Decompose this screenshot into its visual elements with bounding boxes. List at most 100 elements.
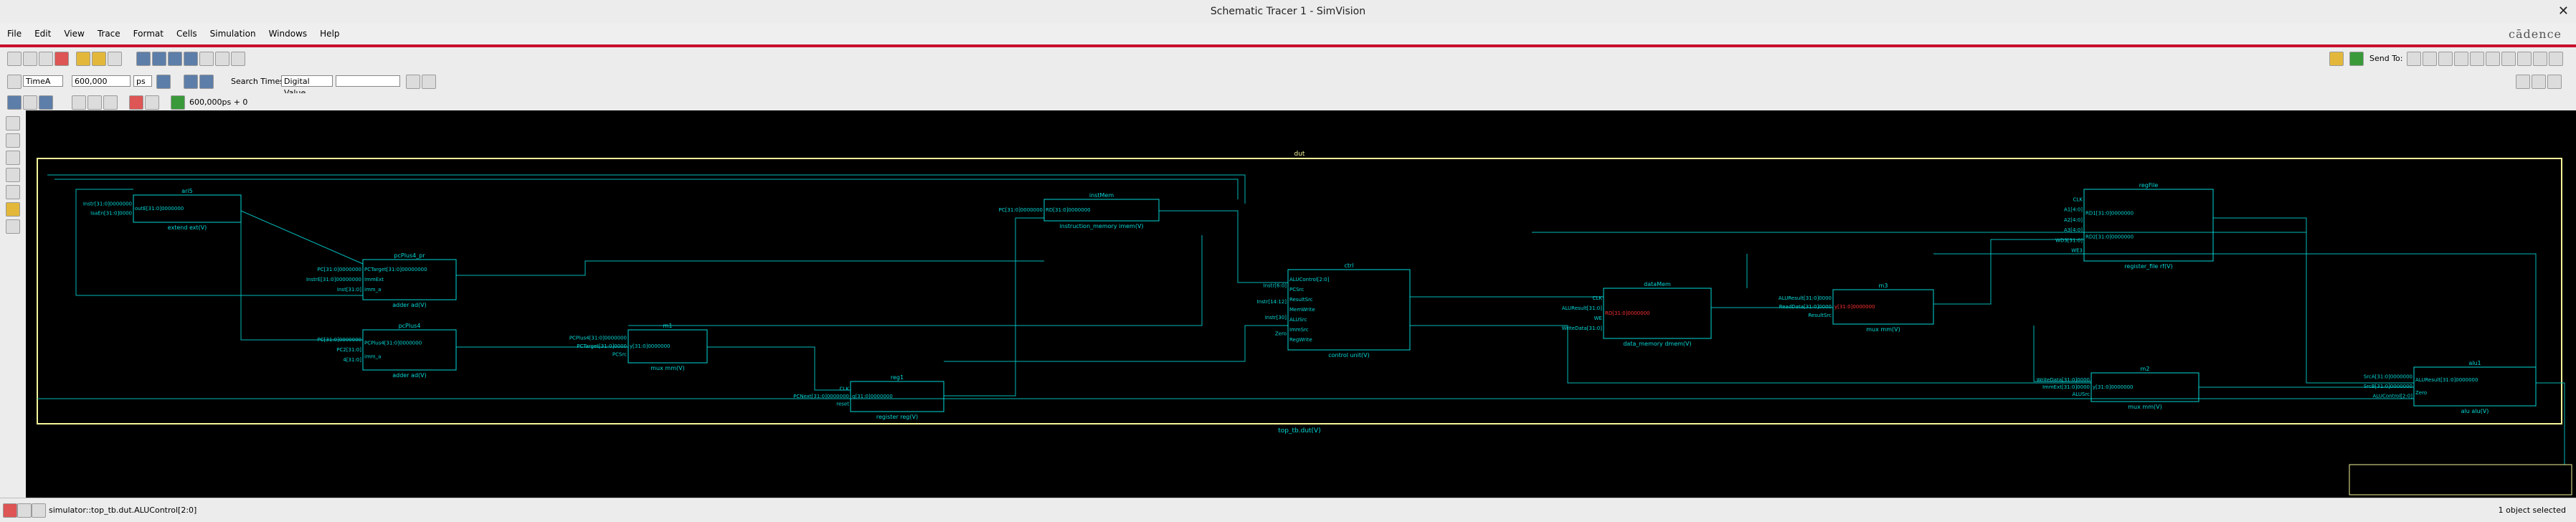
grid-icon[interactable] bbox=[103, 95, 118, 110]
zoom-fit-icon[interactable] bbox=[2547, 75, 2562, 89]
trace-load-icon[interactable] bbox=[184, 52, 198, 66]
wire-tool-icon[interactable] bbox=[6, 185, 20, 199]
net-wire[interactable] bbox=[1159, 210, 1288, 283]
net-wire[interactable] bbox=[628, 235, 1203, 326]
cursor-icon[interactable] bbox=[7, 75, 22, 89]
net-wire[interactable] bbox=[707, 346, 851, 391]
menu-trace[interactable]: Trace bbox=[98, 29, 120, 39]
stop-icon[interactable] bbox=[129, 95, 143, 110]
menu-windows[interactable]: Windows bbox=[269, 29, 308, 39]
block-pcplus4_pr[interactable]: pcPlus4_pr PC[31:0]0000000 InstrE[31:0]000… bbox=[306, 252, 457, 308]
block-outline[interactable] bbox=[362, 329, 457, 371]
net-wire[interactable] bbox=[1933, 253, 2537, 367]
waveform-icon[interactable] bbox=[2407, 52, 2421, 66]
schematic-canvas[interactable]: dut top_tb.dut(V) ari5 Instr[31:0]0000000… bbox=[26, 110, 2576, 498]
block-m1[interactable]: m1 PCPlus4[31:0]0000000 PCTarget[31:0]0000… bbox=[569, 323, 708, 371]
watch-icon[interactable] bbox=[2501, 52, 2516, 66]
net-wire[interactable] bbox=[2213, 217, 2414, 384]
block-pcplus4[interactable]: pcPlus4 PC[31:0]0000000 PC2[31:0] 4[31:0] PC… bbox=[318, 323, 457, 379]
console-icon[interactable] bbox=[2533, 52, 2547, 66]
collapse-icon[interactable] bbox=[215, 52, 229, 66]
menu-format[interactable]: Format bbox=[133, 29, 164, 39]
block-alu1[interactable]: alu1SrcA[31:0]0000000SrcB[31:0]0000000AL… bbox=[2364, 360, 2537, 414]
schematic-svg[interactable]: dut top_tb.dut(V) ari5 Instr[31:0]0000000… bbox=[26, 110, 2576, 498]
register-icon[interactable] bbox=[2454, 52, 2468, 66]
time-unit-select[interactable]: ps bbox=[133, 75, 152, 87]
schematic-icon[interactable] bbox=[231, 52, 245, 66]
overview-minimap[interactable] bbox=[2349, 464, 2572, 495]
console-toggle-icon[interactable] bbox=[17, 503, 32, 518]
memory-icon[interactable] bbox=[2517, 52, 2532, 66]
log-icon[interactable] bbox=[32, 503, 46, 518]
net-wire[interactable] bbox=[944, 217, 1044, 397]
menu-simulation[interactable]: Simulation bbox=[210, 29, 256, 39]
source-icon[interactable] bbox=[2423, 52, 2437, 66]
time-value-field[interactable]: 600,000 bbox=[72, 75, 131, 87]
menu-file[interactable]: File bbox=[7, 29, 22, 39]
redo-icon[interactable] bbox=[92, 52, 106, 66]
menu-view[interactable]: View bbox=[64, 29, 84, 39]
design-icon[interactable] bbox=[2486, 52, 2500, 66]
search-value-field[interactable] bbox=[336, 75, 400, 87]
menu-cells[interactable]: Cells bbox=[176, 29, 197, 39]
delete-icon[interactable] bbox=[55, 52, 69, 66]
highlight-tool-icon[interactable] bbox=[6, 202, 20, 217]
block-outline[interactable] bbox=[2083, 189, 2214, 262]
block-instmem[interactable]: instMem PC[31:0]0000000 RD[31:0]0000000 ins… bbox=[999, 192, 1160, 229]
block-datamem[interactable]: dataMem CLK ALUResult[31:0] WE WriteData[31:… bbox=[1562, 281, 1712, 347]
browser-icon[interactable] bbox=[2470, 52, 2484, 66]
copy-icon[interactable] bbox=[39, 52, 53, 66]
send-to-icon[interactable] bbox=[2329, 52, 2344, 66]
block-regfile[interactable]: regFile CLK A1[4:0] A2[4:0] A3[4:0] WD3[31:0]… bbox=[2055, 182, 2214, 270]
trace-forward-icon[interactable] bbox=[152, 52, 166, 66]
block-ari5[interactable]: ari5 Instr[31:0]0000000 IsaEn[31:0]0000out… bbox=[83, 188, 242, 231]
net-wire[interactable] bbox=[456, 260, 1044, 276]
net-wire[interactable] bbox=[2536, 382, 2565, 469]
trace-back-icon[interactable] bbox=[136, 52, 151, 66]
open-icon[interactable] bbox=[7, 52, 22, 66]
step-icon[interactable] bbox=[23, 95, 37, 110]
cursor-select[interactable]: TimeA bbox=[23, 75, 63, 87]
save-icon[interactable] bbox=[23, 52, 37, 66]
block-m3[interactable]: m3 ALUResult[31:0]0000 ReadData[31:0]0000 R… bbox=[1779, 283, 1934, 333]
previous-edge-icon[interactable] bbox=[184, 75, 198, 89]
next-edge-icon[interactable] bbox=[199, 75, 214, 89]
block-m2[interactable]: m2 WriteData[31:0]0000ImmExt[31:0]0000 ALU… bbox=[2037, 366, 2199, 410]
layer-icon[interactable] bbox=[87, 95, 102, 110]
breakpoint-icon[interactable] bbox=[145, 95, 159, 110]
net-wire[interactable] bbox=[55, 179, 1239, 199]
probe-icon[interactable] bbox=[72, 95, 86, 110]
layout-icon[interactable] bbox=[2549, 52, 2563, 66]
zoom-in-icon[interactable] bbox=[2516, 75, 2530, 89]
cursor-jump-icon[interactable] bbox=[156, 75, 171, 89]
block-reg1[interactable]: reg1 CLK PCNext[31:0]0000000 resetq[31:0]00… bbox=[793, 374, 944, 420]
annotate-tool-icon[interactable] bbox=[6, 219, 20, 234]
search-mode-select[interactable]: Digital Value bbox=[281, 75, 333, 98]
print-icon[interactable] bbox=[108, 52, 122, 66]
zoom-out-icon[interactable] bbox=[2532, 75, 2546, 89]
net-wire[interactable] bbox=[1410, 325, 2091, 384]
net-wire[interactable] bbox=[2033, 326, 2091, 382]
undo-icon[interactable] bbox=[76, 52, 90, 66]
trace-driver-icon[interactable] bbox=[168, 52, 182, 66]
zoom-tool-icon[interactable] bbox=[6, 168, 20, 182]
stop-sim-icon[interactable] bbox=[3, 503, 17, 518]
net-wire[interactable] bbox=[240, 210, 364, 265]
add-icon[interactable] bbox=[2349, 52, 2364, 66]
block-ctrl[interactable]: ctrl Instr[6:0] Instr[14:12] Instr[30] Zero A… bbox=[1257, 262, 1411, 359]
menu-help[interactable]: Help bbox=[320, 29, 339, 39]
reset-icon[interactable] bbox=[39, 95, 53, 110]
close-icon[interactable]: ✕ bbox=[2558, 4, 2569, 19]
net-wire[interactable] bbox=[944, 325, 1288, 362]
net-wire[interactable] bbox=[1933, 239, 2084, 305]
move-tool-icon[interactable] bbox=[6, 133, 20, 148]
run-icon[interactable] bbox=[7, 95, 22, 110]
schematic-send-icon[interactable] bbox=[2438, 52, 2453, 66]
block-outline[interactable] bbox=[2413, 366, 2537, 407]
pan-tool-icon[interactable] bbox=[6, 151, 20, 165]
search-backward-icon[interactable] bbox=[406, 75, 420, 89]
expand-icon[interactable] bbox=[199, 52, 214, 66]
menu-edit[interactable]: Edit bbox=[34, 29, 51, 39]
select-tool-icon[interactable] bbox=[6, 116, 20, 130]
search-forward-icon[interactable] bbox=[422, 75, 436, 89]
